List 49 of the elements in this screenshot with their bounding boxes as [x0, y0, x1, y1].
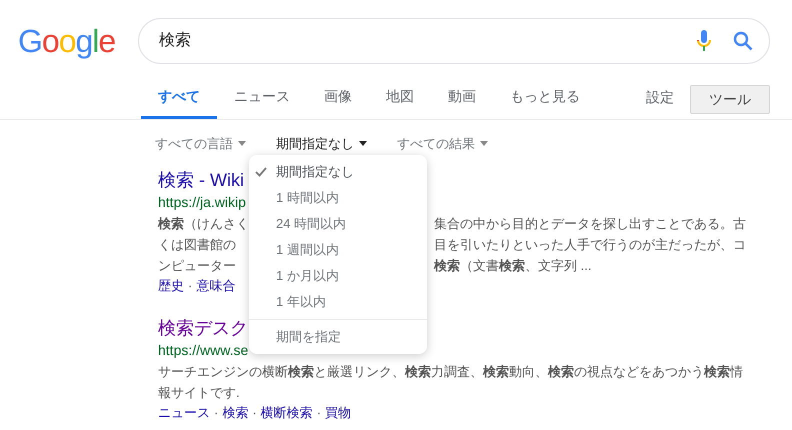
result-url: https://ja.wikip: [158, 192, 246, 212]
filter-dropdown[interactable]: すべての結果: [397, 134, 488, 154]
google-logo[interactable]: Google: [18, 24, 116, 58]
nav-tab[interactable]: もっと見る: [493, 86, 597, 119]
caret-icon: [480, 141, 488, 146]
filter-dropdown[interactable]: すべての言語: [155, 134, 246, 154]
search-field[interactable]: 検索: [159, 29, 698, 53]
filter-dropdown[interactable]: 期間指定なし: [276, 134, 367, 154]
sitelink[interactable]: ニュース: [158, 402, 210, 422]
menu-item[interactable]: 1 時間以内: [249, 185, 427, 211]
result-title-link[interactable]: 検索デスク: [158, 316, 248, 340]
nav-tab[interactable]: ニュース: [217, 86, 307, 119]
nav-tab[interactable]: 地図: [369, 86, 431, 119]
menu-item[interactable]: 期間指定なし: [249, 159, 427, 185]
caret-icon: [238, 141, 246, 146]
result-url: https://www.se: [158, 340, 248, 360]
result-snippet: 報サイトです.: [158, 384, 240, 400]
result-title-link[interactable]: 検索 - Wiki: [158, 168, 244, 192]
menu-item[interactable]: 24 時間以内: [249, 211, 427, 237]
result-snippet: サーチエンジンの横断検索と厳選リンク、検索力調査、検索動向、検索の視点などをあつかう検索情: [158, 364, 743, 378]
checkmark-icon: [255, 167, 267, 177]
tools-button[interactable]: ツール: [690, 85, 770, 114]
separator-dot: ·: [251, 404, 258, 422]
separator-dot: ·: [187, 276, 194, 294]
menu-item[interactable]: 1 週間以内: [249, 237, 427, 263]
sitelink[interactable]: 買物: [325, 402, 352, 422]
sitelink[interactable]: 横断検索: [260, 402, 313, 422]
result-snippet: 検索（けんさく: [158, 216, 249, 230]
search-bar[interactable]: 検索: [138, 18, 770, 64]
separator-dot: ·: [213, 404, 220, 422]
menu-item[interactable]: 1 か月以内: [249, 263, 427, 289]
menu-item[interactable]: 期間を指定: [249, 324, 427, 350]
sitelink[interactable]: 検索: [222, 402, 248, 422]
microphone-icon[interactable]: [697, 30, 712, 52]
menu-item[interactable]: 1 年以内: [249, 289, 427, 315]
sitelink[interactable]: 歴史: [158, 276, 184, 296]
result-snippet: ンピューター: [158, 258, 236, 272]
result-snippet: 検索（文書検索、文字列 ...: [434, 256, 592, 274]
separator-dot: ·: [316, 404, 322, 422]
nav-tab[interactable]: 画像: [307, 86, 369, 119]
sitelink[interactable]: 意味合: [196, 276, 236, 296]
search-icon[interactable]: [733, 31, 754, 51]
nav-tab[interactable]: 動画: [431, 86, 493, 119]
caret-icon: [359, 141, 367, 146]
settings-link[interactable]: 設定: [646, 87, 674, 108]
result-snippet: くは図書館の: [158, 236, 236, 252]
result-snippet: 目を引いたりといった人手で行うのが主だったが、コ: [434, 236, 746, 254]
nav-tab[interactable]: すべて: [141, 86, 217, 119]
result-snippet: 集合の中から目的とデータを探し出すことである。古: [434, 214, 746, 232]
